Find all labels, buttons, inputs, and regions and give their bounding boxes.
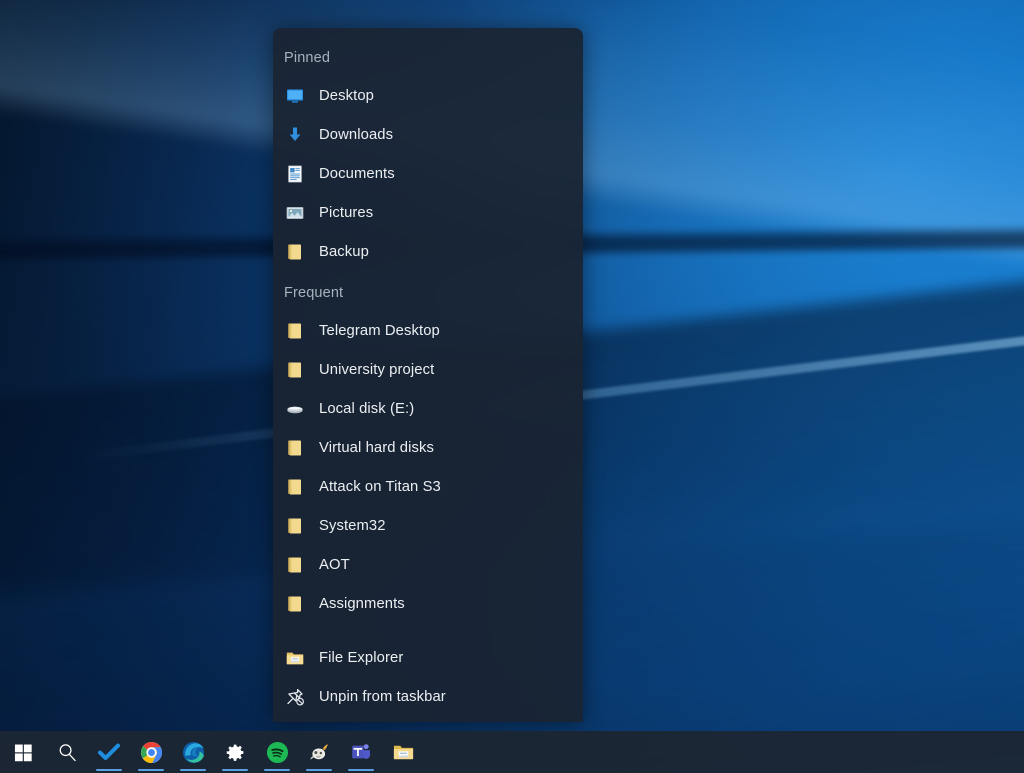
- picture-icon: [284, 202, 306, 224]
- spotify-icon: [266, 741, 289, 764]
- section-header-pinned: Pinned: [273, 42, 583, 76]
- potplayer-icon: [308, 741, 331, 764]
- file-explorer-icon: [284, 647, 306, 669]
- jumplist-item-label: Pictures: [319, 205, 373, 221]
- jumplist-item-downloads[interactable]: Downloads: [273, 115, 583, 154]
- chrome-icon: [140, 741, 163, 764]
- checkmark-icon: [97, 740, 121, 764]
- jumplist-item-label: Virtual hard disks: [319, 440, 434, 456]
- jumplist-item-virtual-hard-disks[interactable]: Virtual hard disks: [273, 428, 583, 467]
- taskbar-active-indicator: [264, 769, 290, 772]
- taskbar-active-indicator: [348, 769, 374, 772]
- jumplist-item-system32[interactable]: System32: [273, 506, 583, 545]
- taskbar-todoist-button[interactable]: [88, 731, 130, 773]
- jumplist-item-assignments[interactable]: Assignments: [273, 584, 583, 623]
- file-explorer-icon: [392, 741, 415, 764]
- jumplist-action-unpin-from-taskbar[interactable]: Unpin from taskbar: [273, 677, 583, 716]
- folder-icon: [284, 515, 306, 537]
- jumplist-item-backup[interactable]: Backup: [273, 232, 583, 271]
- folder-icon: [284, 593, 306, 615]
- folder-icon: [284, 476, 306, 498]
- folder-icon: [284, 241, 306, 263]
- jumplist-action-file-explorer[interactable]: File Explorer: [273, 638, 583, 677]
- folder-icon: [284, 554, 306, 576]
- taskbar-file-explorer-button[interactable]: [382, 731, 424, 773]
- taskbar-spotify-button[interactable]: [256, 731, 298, 773]
- monitor-icon: [284, 85, 306, 107]
- jumplist-item-label: AOT: [319, 557, 350, 573]
- taskbar-active-indicator: [222, 769, 248, 772]
- folder-icon: [284, 437, 306, 459]
- search-icon: [57, 742, 78, 763]
- jumplist-item-label: Local disk (E:): [319, 401, 414, 417]
- jumplist-item-desktop[interactable]: Desktop: [273, 76, 583, 115]
- jumplist-item-label: Downloads: [319, 127, 393, 143]
- file-explorer-jumplist: Pinned Desktop Downloads: [273, 28, 583, 722]
- jumplist-item-label: Desktop: [319, 88, 374, 104]
- section-header-frequent: Frequent: [273, 271, 583, 311]
- edge-icon: [182, 741, 205, 764]
- taskbar-active-indicator: [180, 769, 206, 772]
- jumplist-action-label: Unpin from taskbar: [319, 689, 446, 705]
- taskbar-search-button[interactable]: [46, 731, 88, 773]
- taskbar-active-indicator: [138, 769, 164, 772]
- taskbar-edge-button[interactable]: [172, 731, 214, 773]
- taskbar-chrome-button[interactable]: [130, 731, 172, 773]
- hard-disk-icon: [284, 398, 306, 420]
- unpin-icon: [284, 686, 306, 708]
- jumplist-item-attack-on-titan-s3[interactable]: Attack on Titan S3: [273, 467, 583, 506]
- jumplist-item-label: Assignments: [319, 596, 405, 612]
- jumplist-item-pictures[interactable]: Pictures: [273, 193, 583, 232]
- gear-icon: [225, 742, 246, 763]
- download-arrow-icon: [284, 124, 306, 146]
- taskbar-start-button[interactable]: [0, 731, 46, 773]
- jumplist-item-label: University project: [319, 362, 434, 378]
- jumplist-item-aot[interactable]: AOT: [273, 545, 583, 584]
- jumplist-item-telegram-desktop[interactable]: Telegram Desktop: [273, 311, 583, 350]
- taskbar: [0, 731, 1024, 773]
- jumplist-item-label: System32: [319, 518, 386, 534]
- taskbar-active-indicator: [96, 769, 122, 772]
- jumplist-item-documents[interactable]: Documents: [273, 154, 583, 193]
- jumplist-item-local-disk-e[interactable]: Local disk (E:): [273, 389, 583, 428]
- jumplist-item-label: Backup: [319, 244, 369, 260]
- taskbar-potplayer-button[interactable]: [298, 731, 340, 773]
- folder-icon: [284, 320, 306, 342]
- jumplist-item-label: Telegram Desktop: [319, 323, 440, 339]
- jumplist-item-label: Documents: [319, 166, 395, 182]
- document-icon: [284, 163, 306, 185]
- folder-icon: [284, 359, 306, 381]
- taskbar-settings-button[interactable]: [214, 731, 256, 773]
- jumplist-item-label: Attack on Titan S3: [319, 479, 441, 495]
- taskbar-active-indicator: [306, 769, 332, 772]
- windows-logo-icon: [14, 743, 33, 762]
- desktop-screen: Pinned Desktop Downloads: [0, 0, 1024, 773]
- jumplist-item-university-project[interactable]: University project: [273, 350, 583, 389]
- jumplist-separator-gap: [273, 623, 583, 638]
- teams-icon: [350, 741, 372, 763]
- taskbar-teams-button[interactable]: [340, 731, 382, 773]
- jumplist-action-label: File Explorer: [319, 650, 403, 666]
